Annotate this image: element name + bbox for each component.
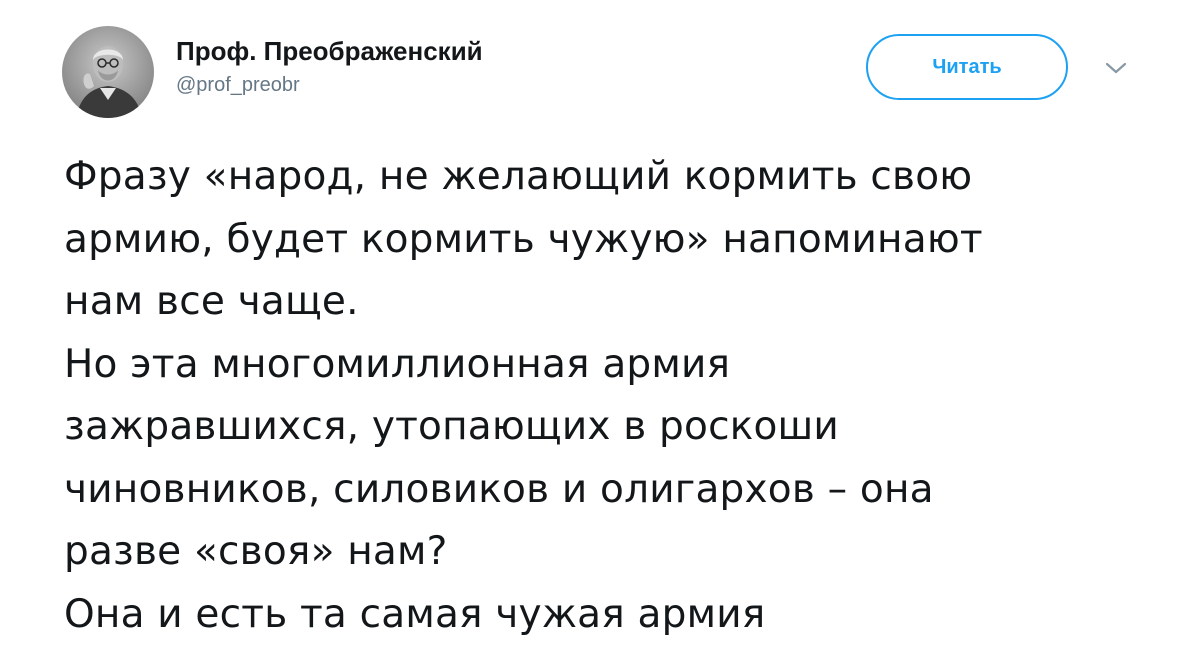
tweet-text: Фразу «народ, не желающий кормить свою а… — [64, 146, 1174, 646]
author-display-name[interactable]: Проф. Преображенский — [176, 36, 483, 66]
avatar-photo — [62, 26, 154, 118]
follow-button[interactable]: Читать — [866, 34, 1068, 100]
tweet-header: Проф. Преображенский @prof_preobr Читать — [62, 26, 1152, 122]
tweet-line: разве «своя» нам? — [64, 521, 1174, 584]
author-handle[interactable]: @prof_preobr — [176, 72, 483, 98]
tweet-line: армию, будет кормить чужую» напоминают — [64, 209, 1174, 272]
chevron-down-icon[interactable] — [1102, 56, 1130, 80]
tweet-line: Фразу «народ, не желающий кормить свою — [64, 146, 1174, 209]
author-names: Проф. Преображенский @prof_preobr — [176, 36, 483, 98]
tweet-line: нам все чаще. — [64, 271, 1174, 334]
tweet-line: Но эта многомиллионная армия — [64, 334, 1174, 397]
tweet-line: Она и есть та самая чужая армия — [64, 584, 1174, 646]
tweet-line: чиновников, силовиков и олигархов – она — [64, 459, 1174, 522]
tweet-line: зажравшихся, утопающих в роскоши — [64, 396, 1174, 459]
follow-button-label: Читать — [932, 56, 1001, 79]
avatar[interactable] — [62, 26, 154, 118]
